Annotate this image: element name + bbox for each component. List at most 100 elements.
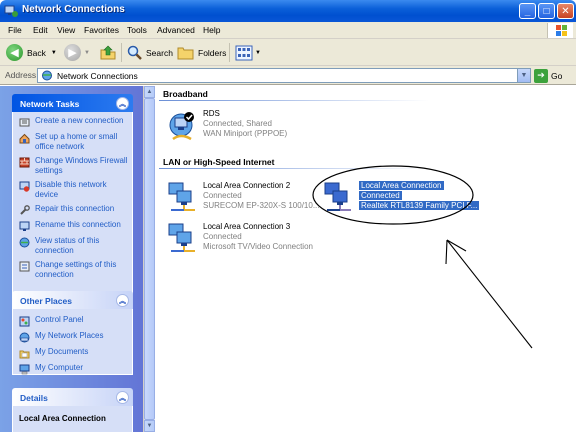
settings-icon	[19, 261, 30, 272]
details-selected-name: Local Area Connection	[19, 414, 106, 423]
folders-button[interactable]: Folders	[177, 42, 226, 63]
search-icon	[127, 45, 142, 60]
details-body: Local Area Connection	[12, 406, 133, 432]
task-label: Disable this network device	[35, 180, 107, 199]
place-label: My Documents	[35, 347, 89, 356]
forward-arrow-icon: ▶	[64, 44, 81, 61]
task-label: Change Windows Firewall settings	[35, 156, 128, 175]
forward-dropdown-icon[interactable]: ▼	[84, 50, 90, 56]
network-connections-icon	[4, 5, 18, 17]
place-network-places[interactable]: My Network Places	[19, 331, 128, 343]
views-button[interactable]: ▼	[235, 42, 261, 63]
documents-icon	[19, 350, 30, 359]
address-value: Network Connections	[57, 70, 138, 81]
minimize-button[interactable]: _	[519, 3, 536, 19]
details-title: Details	[20, 393, 48, 403]
task-pane: Network Tasks ︽ Create a new connection …	[0, 86, 143, 432]
search-label: Search	[146, 47, 173, 58]
address-bar: Address Network Connections ▼ ➔ Go	[0, 66, 576, 85]
task-label: Repair this connection	[35, 204, 115, 213]
close-button[interactable]: ✕	[557, 3, 574, 19]
content-pane: Broadband RDS Connected, Shared WAN Mini…	[155, 86, 576, 432]
menu-edit[interactable]: Edit	[33, 25, 48, 35]
menu-favorites[interactable]: Favorites	[84, 25, 119, 35]
annotation-overlay	[312, 165, 533, 349]
go-label: Go	[551, 70, 563, 81]
task-disable-device[interactable]: Disable this network device	[19, 180, 128, 200]
task-label: Create a new connection	[35, 116, 124, 125]
scroll-up-icon[interactable]: ▲	[144, 86, 155, 98]
task-home-network[interactable]: Set up a home or small office network	[19, 132, 128, 152]
collapse-chevron-icon[interactable]: ︽	[116, 391, 129, 404]
menu-file[interactable]: File	[8, 25, 22, 35]
up-folder-icon	[100, 45, 116, 59]
other-places-header[interactable]: Other Places ︽	[12, 291, 133, 309]
up-folder-button[interactable]	[99, 42, 117, 63]
back-dropdown-icon[interactable]: ▼	[51, 50, 57, 56]
menu-bar: File Edit View Favorites Tools Advanced …	[0, 22, 576, 39]
details-header[interactable]: Details ︽	[12, 388, 133, 406]
place-my-computer[interactable]: My Computer	[19, 363, 128, 375]
other-places-panel: Other Places ︽ Control Panel My Network …	[12, 291, 133, 375]
menu-view[interactable]: View	[57, 25, 75, 35]
network-connections-icon	[42, 70, 52, 81]
address-label: Address	[5, 70, 37, 80]
toolbar: ◀ Back ▼ ▶ ▼ Search Folders ▼	[0, 39, 576, 66]
back-label: Back	[27, 47, 46, 58]
network-tasks-title: Network Tasks	[20, 99, 80, 109]
other-places-title: Other Places	[20, 296, 72, 306]
maximize-button[interactable]: □	[538, 3, 555, 19]
go-arrow-icon: ➔	[534, 68, 548, 83]
windows-logo-icon	[547, 23, 573, 38]
annotation-arrow-line	[446, 239, 533, 349]
task-label: View status of this connection	[35, 236, 100, 255]
task-view-status[interactable]: View status of this connection	[19, 236, 128, 256]
go-button[interactable]: ➔ Go	[534, 68, 562, 83]
menu-help[interactable]: Help	[203, 25, 220, 35]
folders-label: Folders	[198, 47, 227, 58]
collapse-chevron-icon[interactable]: ︽	[116, 97, 129, 110]
task-repair-connection[interactable]: Repair this connection	[19, 204, 128, 216]
views-dropdown-icon[interactable]: ▼	[255, 50, 261, 56]
task-label: Change settings of this connection	[35, 260, 117, 279]
collapse-chevron-icon[interactable]: ︽	[116, 294, 129, 307]
folders-icon	[177, 47, 194, 60]
status-icon	[19, 237, 30, 248]
place-label: My Network Places	[35, 331, 104, 340]
title-bar[interactable]: Network Connections _ □ ✕	[0, 0, 576, 22]
control-panel-icon	[19, 316, 30, 327]
task-create-connection[interactable]: Create a new connection	[19, 116, 128, 128]
task-firewall[interactable]: Change Windows Firewall settings	[19, 156, 128, 176]
search-button[interactable]: Search	[126, 42, 173, 63]
highlight-ellipse	[312, 165, 474, 225]
task-rename-connection[interactable]: Rename this connection	[19, 220, 128, 232]
other-places-body: Control Panel My Network Places My Docum…	[12, 309, 133, 375]
place-label: My Computer	[35, 363, 84, 372]
back-button[interactable]: ◀ Back ▼	[6, 42, 57, 63]
details-panel: Details ︽ Local Area Connection	[12, 388, 133, 432]
network-tasks-body: Create a new connection Set up a home or…	[12, 112, 133, 299]
new-connection-icon	[19, 118, 30, 127]
scroll-down-icon[interactable]: ▼	[144, 420, 155, 432]
menu-tools[interactable]: Tools	[127, 25, 147, 35]
address-dropdown-icon[interactable]: ▼	[517, 69, 530, 82]
task-label: Rename this connection	[35, 220, 121, 229]
annotation-arrow-head	[446, 239, 467, 252]
task-change-settings[interactable]: Change settings of this connection	[19, 260, 128, 280]
home-network-icon	[19, 133, 30, 144]
repair-icon	[20, 205, 30, 215]
toolbar-separator	[229, 43, 230, 62]
place-my-documents[interactable]: My Documents	[19, 347, 128, 359]
scroll-thumb[interactable]	[144, 98, 155, 420]
place-control-panel[interactable]: Control Panel	[19, 315, 128, 327]
task-label: Set up a home or small office network	[35, 132, 118, 151]
firewall-icon	[19, 157, 30, 168]
task-pane-scrollbar[interactable]: ▲ ▼	[143, 86, 155, 432]
menu-advanced[interactable]: Advanced	[157, 25, 195, 35]
window-title: Network Connections	[22, 4, 125, 15]
network-tasks-header[interactable]: Network Tasks ︽	[12, 94, 133, 112]
place-label: Control Panel	[35, 315, 84, 324]
forward-button[interactable]: ▶ ▼	[64, 42, 90, 63]
address-input[interactable]: Network Connections ▼	[37, 68, 531, 83]
rename-icon	[19, 221, 30, 231]
